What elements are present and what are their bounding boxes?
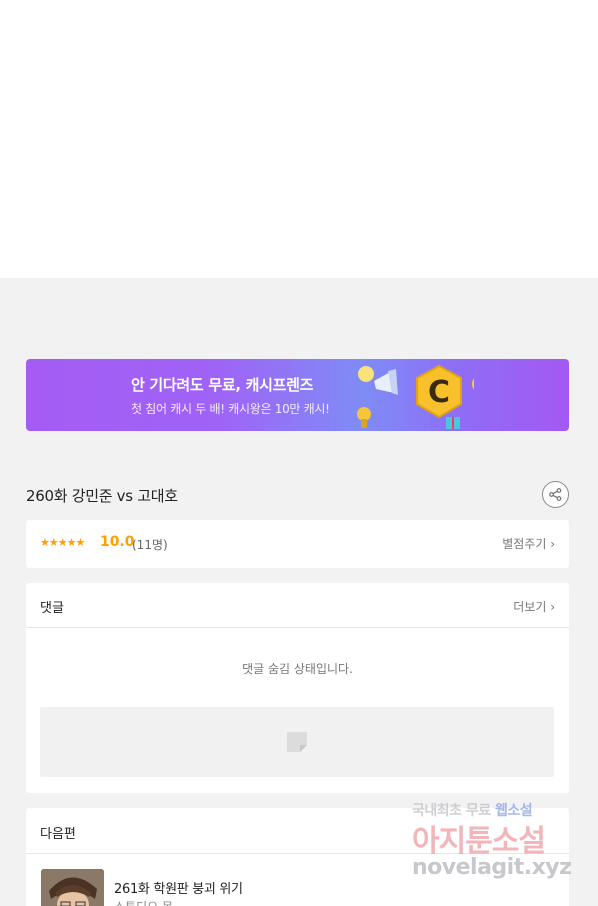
thumbnail-art [41, 869, 104, 906]
episode-title: 260화 강민준 vs 고대호 [26, 487, 178, 505]
rating-score: 10.0 [100, 534, 135, 550]
rating-count: (11명) [132, 538, 168, 552]
rate-button[interactable]: 별점주기 › [502, 535, 555, 552]
banner-subtitle: 첫 침어 캐시 두 배! 캐시왕은 10만 캐시! [131, 402, 330, 416]
comments-more-link[interactable]: 더보기 › [513, 598, 555, 615]
ad-placeholder[interactable] [40, 707, 554, 777]
cash-logo-icon: C [357, 364, 474, 429]
rating-stars: ★★★★★ [40, 536, 85, 549]
rating-card: ★★★★★ 10.0 (11명) 별점주기 › [26, 520, 569, 568]
next-episode-header: 다음편 [26, 808, 569, 854]
cash-logo-letter: C [428, 375, 450, 410]
comments-title: 댓글 [40, 601, 64, 616]
share-icon [549, 488, 562, 501]
share-button[interactable] [542, 481, 569, 508]
next-episode-title: 261화 학원판 붕괴 위기 [114, 882, 243, 897]
comments-hidden-message: 댓글 숨김 상태입니다. [242, 662, 353, 676]
content-blank-area [0, 0, 598, 278]
next-episode-thumbnail[interactable] [41, 869, 104, 906]
next-episode-label: 다음편 [40, 827, 76, 842]
cash-friends-banner[interactable]: 안 기다려도 무료, 캐시프렌즈 첫 침어 캐시 두 배! 캐시왕은 10만 캐… [26, 359, 569, 431]
comments-card: 댓글 더보기 › 댓글 숨김 상태입니다. [26, 583, 569, 793]
banner-title: 안 기다려도 무료, 캐시프렌즈 [131, 376, 314, 394]
comments-header: 댓글 더보기 › [26, 583, 569, 628]
next-episode-card[interactable]: 다음편 261화 학원판 붕괴 위기 스튜디오 몽 [26, 808, 569, 906]
next-episode-author: 스튜디오 몽 [114, 898, 173, 906]
ad-placeholder-icon [287, 732, 307, 752]
